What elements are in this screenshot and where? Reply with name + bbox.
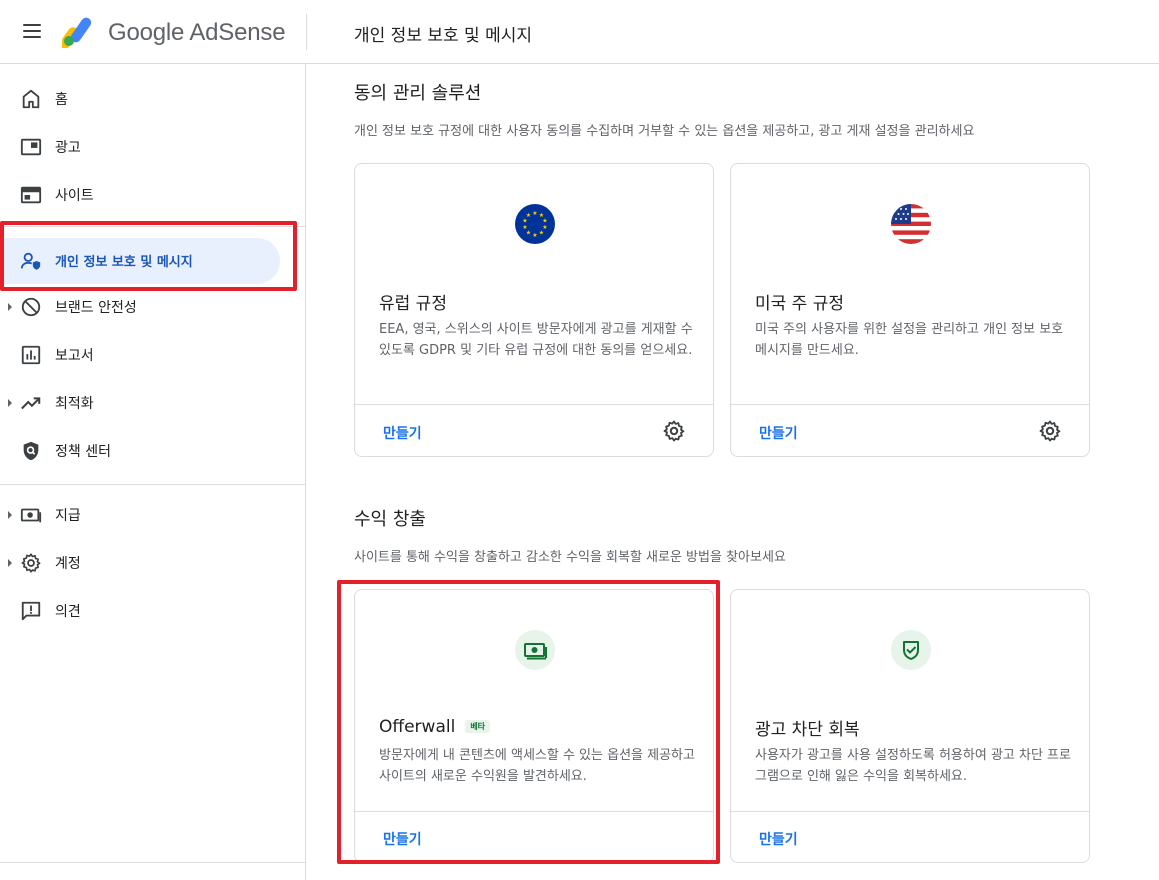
- money-icon: [515, 630, 555, 670]
- sidebar-divider: [0, 862, 306, 863]
- card-title-text: Offerwall: [379, 717, 456, 737]
- card-description: 방문자에게 내 콘텐츠에 액세스할 수 있는 옵션을 제공하고 사이트의 새로운…: [379, 748, 695, 784]
- sidebar-item-label: 의견: [55, 604, 81, 620]
- trending-icon: [21, 397, 41, 410]
- card-description: EEA, 영국, 스위스의 사이트 방문자에게 광고를 게재할 수 있도록 GD…: [379, 322, 693, 358]
- app-title: Google AdSense: [108, 19, 286, 46]
- sidebar-item-label: 최적화: [55, 396, 94, 412]
- card-description: 사용자가 광고를 사용 설정하도록 허용하여 광고 차단 프로그램으로 인해 잃…: [755, 748, 1071, 784]
- offerwall-card: Offerwall 베타 방문자에게 내 콘텐츠에 액세스할 수 있는 옵션을 제…: [354, 589, 714, 863]
- svg-text:★: ★: [526, 212, 531, 219]
- svg-text:★: ★: [522, 224, 527, 231]
- top-app-bar: Google AdSense 개인 정보 보호 및 메시지: [0, 0, 1159, 64]
- card-divider: [355, 811, 713, 812]
- sidebar-item-label: 정책 센터: [55, 444, 111, 460]
- expand-caret-icon[interactable]: [8, 559, 12, 567]
- card-description: 미국 주의 사용자를 위한 설정을 관리하고 개인 정보 보호 메시지를 만드세…: [755, 322, 1064, 358]
- feedback-icon: [21, 601, 41, 621]
- home-icon: [22, 89, 40, 109]
- sidebar-item-account[interactable]: 계정: [0, 540, 290, 586]
- sidebar-item-feedback[interactable]: 의견: [0, 588, 290, 634]
- us-state-regulations-card: 미국 주 규정 미국 주의 사용자를 위한 설정을 관리하고 개인 정보 보호 …: [730, 163, 1090, 457]
- card-divider: [731, 404, 1089, 405]
- sidebar-divider: [0, 226, 306, 227]
- sidebar-item-label: 계정: [55, 556, 81, 572]
- sidebar-item-reports[interactable]: 보고서: [0, 332, 290, 378]
- sidebar-item-payments[interactable]: 지급: [0, 492, 290, 538]
- block-icon: [21, 297, 41, 317]
- sidebar-item-home[interactable]: 홈: [0, 76, 290, 122]
- sidebar-item-ads[interactable]: 광고: [0, 124, 290, 170]
- sidebar-item-label: 지급: [55, 508, 81, 524]
- create-button[interactable]: 만들기: [383, 829, 422, 849]
- sidebar-divider: [0, 484, 306, 485]
- beta-badge: 베타: [465, 720, 491, 733]
- settings-gear-icon[interactable]: [662, 419, 686, 443]
- card-divider: [731, 811, 1089, 812]
- sidebar-item-label: 광고: [55, 140, 81, 156]
- adsense-logo-icon: [62, 17, 92, 48]
- page-title: 개인 정보 보호 및 메시지: [354, 26, 533, 46]
- us-flag-icon: [891, 204, 931, 244]
- card-title: 광고 차단 회복: [755, 720, 860, 740]
- consent-section-title: 동의 관리 솔루션: [354, 83, 482, 104]
- sidebar-item-label: 보고서: [55, 348, 94, 364]
- svg-text:★: ★: [532, 210, 537, 217]
- ad-block-recovery-card: 광고 차단 회복 사용자가 광고를 사용 설정하도록 허용하여 광고 차단 프로…: [730, 589, 1090, 863]
- card-title: Offerwall 베타: [379, 717, 491, 737]
- card-title: 미국 주 규정: [755, 294, 845, 314]
- expand-caret-icon[interactable]: [8, 303, 12, 311]
- sites-icon: [20, 186, 42, 204]
- eu-flag-icon: ★ ★★ ★★★ ★★★ ★: [515, 204, 555, 244]
- create-button[interactable]: 만들기: [383, 423, 422, 443]
- ads-icon: [20, 138, 42, 156]
- privacy-messaging-icon: [20, 252, 41, 270]
- sidebar-item-brand-safety[interactable]: 브랜드 안전성: [0, 284, 290, 330]
- payments-icon: [20, 508, 42, 523]
- sidebar-item-label: 사이트: [55, 188, 94, 204]
- settings-gear-icon[interactable]: [1038, 419, 1062, 443]
- policy-shield-icon: [23, 441, 39, 461]
- sidebar: 홈 광고 사이트 개인 정보 보호 및 메시지 브랜드 안전성 보고서 최적화 …: [0, 64, 306, 880]
- card-title: 유럽 규정: [379, 294, 447, 314]
- sidebar-item-label: 홈: [55, 92, 68, 108]
- main-menu-button[interactable]: [18, 20, 46, 44]
- consent-section-description: 개인 정보 보호 규정에 대한 사용자 동의를 수집하며 거부할 수 있는 옵션…: [354, 124, 975, 139]
- main-content: 동의 관리 솔루션 개인 정보 보호 규정에 대한 사용자 동의를 수집하며 거…: [307, 64, 1159, 880]
- gear-icon: [21, 553, 41, 573]
- create-button[interactable]: 만들기: [759, 423, 798, 443]
- sidebar-item-label: 브랜드 안전성: [55, 300, 137, 316]
- reports-icon: [21, 345, 41, 365]
- eu-regulations-card: ★ ★ ★ ★ ★ ★ ★ ★ ★ ★ 유럽 규정 EEA, 영국, 스위스의 사이트 방문…: [354, 163, 714, 457]
- sidebar-item-sites[interactable]: 사이트: [0, 172, 290, 218]
- create-button[interactable]: 만들기: [759, 829, 798, 849]
- sidebar-item-policy-center[interactable]: 정책 센터: [0, 428, 290, 474]
- svg-text:★: ★: [539, 230, 544, 237]
- shield-check-icon: [891, 630, 931, 670]
- expand-caret-icon[interactable]: [8, 511, 12, 519]
- svg-text:★: ★: [532, 232, 537, 239]
- sidebar-item-privacy-messaging[interactable]: 개인 정보 보호 및 메시지: [4, 238, 280, 284]
- card-divider: [355, 404, 713, 405]
- revenue-section-description: 사이트를 통해 수익을 창출하고 감소한 수익을 회복할 새로운 방법을 찾아보…: [354, 550, 786, 565]
- revenue-section-title: 수익 창출: [354, 509, 426, 530]
- sidebar-item-label: 개인 정보 보호 및 메시지: [55, 255, 193, 270]
- expand-caret-icon[interactable]: [8, 399, 12, 407]
- header-divider: [306, 14, 307, 50]
- sidebar-item-optimization[interactable]: 최적화: [0, 380, 290, 426]
